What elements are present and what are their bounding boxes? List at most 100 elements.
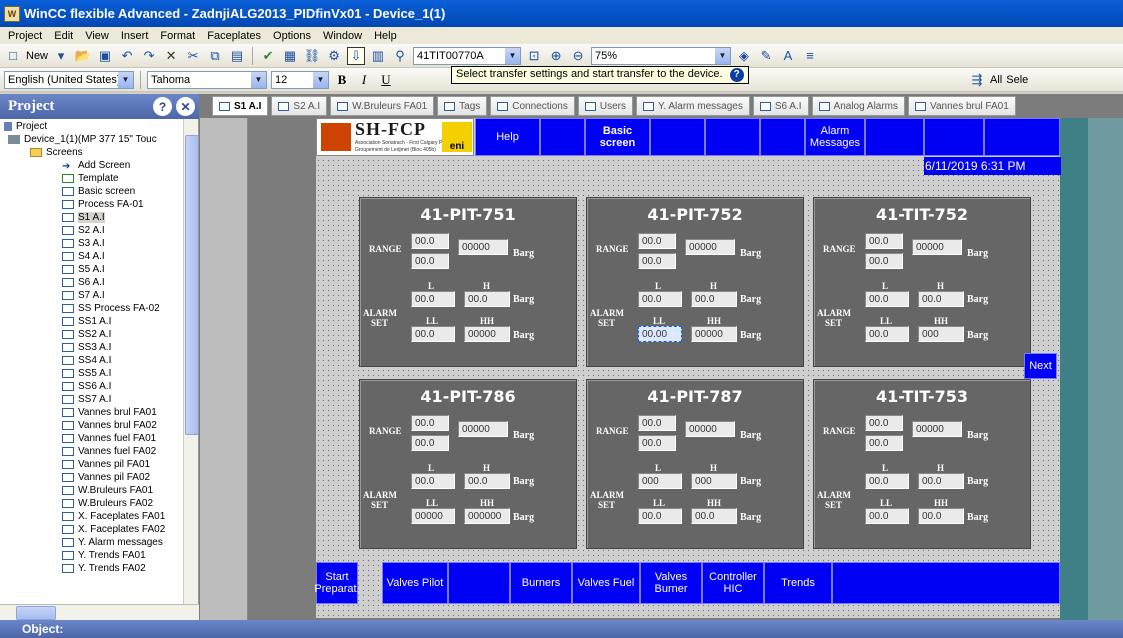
range-low-field[interactable]: 00.0 xyxy=(638,253,676,269)
check-icon[interactable]: ✔ xyxy=(259,47,277,65)
tree-item[interactable]: SS3 A.I xyxy=(62,341,111,354)
value-field[interactable]: 00000 xyxy=(685,239,735,255)
tree-item[interactable]: Y. Alarm messages xyxy=(62,536,163,549)
header-blank-button[interactable] xyxy=(760,118,805,156)
tree-item[interactable]: SS1 A.I xyxy=(62,315,111,328)
tree-item[interactable]: Vannes pil FA01 xyxy=(62,458,150,471)
range-high-field[interactable]: 00.0 xyxy=(638,233,676,249)
tree-item[interactable]: S1 A.I xyxy=(62,211,105,224)
nav-valves-burner-button[interactable]: Valves Burner xyxy=(640,562,702,604)
find-icon[interactable]: ⚲ xyxy=(391,47,409,65)
high-setpoint-field[interactable]: 00.0 xyxy=(464,291,510,307)
simulator-icon[interactable]: ⚙ xyxy=(325,47,343,65)
copy-icon[interactable]: ⧉ xyxy=(206,47,224,65)
high-high-setpoint-field[interactable]: 00000 xyxy=(464,326,510,342)
low-low-setpoint-field[interactable]: 00.00 xyxy=(638,326,682,342)
high-setpoint-field[interactable]: 00.0 xyxy=(918,291,964,307)
undo-icon[interactable]: ↶ xyxy=(118,47,136,65)
low-low-setpoint-field[interactable]: 00.0 xyxy=(865,326,909,342)
tab-connections[interactable]: Connections xyxy=(490,96,575,116)
tree-item[interactable]: S3 A.I xyxy=(62,237,105,250)
zoom-combo[interactable]: 75% ▼ xyxy=(591,46,732,65)
select-label[interactable]: Sele xyxy=(1006,74,1028,86)
high-setpoint-field[interactable]: 00.0 xyxy=(918,473,964,489)
tree-item[interactable]: S6 A.I xyxy=(62,276,105,289)
tree-item[interactable]: S2 A.I xyxy=(62,224,105,237)
tree-item[interactable]: SS6 A.I xyxy=(62,380,111,393)
tree-item[interactable]: X. Faceplates FA02 xyxy=(62,523,165,536)
high-high-setpoint-field[interactable]: 000000 xyxy=(464,508,510,524)
font-size-combo[interactable]: 12 ▼ xyxy=(271,70,329,89)
nav-controller-hic-button[interactable]: Controller HIC xyxy=(702,562,764,604)
range-low-field[interactable]: 00.0 xyxy=(865,253,903,269)
tree-item[interactable]: Device_1(1)(MP 377 15" Touc xyxy=(8,133,157,146)
menu-edit[interactable]: Edit xyxy=(54,30,73,42)
range-high-field[interactable]: 00.0 xyxy=(411,415,449,431)
nav-burners-button[interactable]: Burners xyxy=(510,562,572,604)
range-low-field[interactable]: 00.0 xyxy=(411,435,449,451)
tree-item[interactable]: S4 A.I xyxy=(62,250,105,263)
scrollbar-thumb[interactable] xyxy=(185,135,198,435)
high-high-setpoint-field[interactable]: 000 xyxy=(918,326,964,342)
bold-button[interactable]: B xyxy=(333,71,351,89)
menu-insert[interactable]: Insert xyxy=(121,30,149,42)
range-high-field[interactable]: 00.0 xyxy=(865,233,903,249)
low-low-setpoint-field[interactable]: 00.0 xyxy=(638,508,682,524)
nav-blank-button[interactable] xyxy=(448,562,510,604)
tree-item[interactable]: Vannes fuel FA01 xyxy=(62,432,156,445)
tab-users[interactable]: Users xyxy=(577,96,633,116)
nav-valves-fuel-button[interactable]: Valves Fuel xyxy=(572,562,640,604)
range-high-field[interactable]: 00.0 xyxy=(638,415,676,431)
all-layers-label[interactable]: All xyxy=(990,74,1002,86)
nav-blank-button[interactable] xyxy=(832,562,1060,604)
tree-item[interactable]: S7 A.I xyxy=(62,289,105,302)
zoom-in-icon[interactable]: ⊕ xyxy=(547,47,565,65)
next-button[interactable]: Next xyxy=(1024,353,1057,379)
underline-button[interactable]: U xyxy=(377,71,395,89)
menu-help[interactable]: Help xyxy=(374,30,397,42)
basic-screen-button[interactable]: Basic screen xyxy=(585,118,650,156)
tree-item[interactable]: SS5 A.I xyxy=(62,367,111,380)
compile-icon[interactable]: ▦ xyxy=(281,47,299,65)
menu-view[interactable]: View xyxy=(85,30,109,42)
value-field[interactable]: 00000 xyxy=(458,239,508,255)
open-folder-icon[interactable]: 📂 xyxy=(74,47,92,65)
tree-item[interactable]: S5 A.I xyxy=(62,263,105,276)
help-button[interactable]: Help xyxy=(475,118,540,156)
header-blank-button[interactable] xyxy=(865,118,924,156)
tree-item[interactable]: SS2 A.I xyxy=(62,328,111,341)
high-high-setpoint-field[interactable]: 00.0 xyxy=(918,508,964,524)
tree-horizontal-scrollbar[interactable] xyxy=(0,604,199,620)
range-high-field[interactable]: 00.0 xyxy=(865,415,903,431)
nav-trends-button[interactable]: Trends xyxy=(764,562,832,604)
tab-vannes-brul-fa01[interactable]: Vannes brul FA01 xyxy=(908,96,1016,116)
header-blank-button[interactable] xyxy=(650,118,705,156)
low-setpoint-field[interactable]: 00.0 xyxy=(865,473,909,489)
high-setpoint-field[interactable]: 000 xyxy=(691,473,737,489)
chevron-down-icon[interactable]: ▼ xyxy=(505,47,521,64)
close-icon[interactable]: ✕ xyxy=(176,97,195,116)
paste-icon[interactable]: ▤ xyxy=(228,47,246,65)
tab-s1-a-i[interactable]: S1 A.I xyxy=(212,96,269,116)
link-icon[interactable]: ⛓ xyxy=(303,47,321,65)
tree-item[interactable]: Project xyxy=(4,120,47,133)
tab-y-alarm-messages[interactable]: Y. Alarm messages xyxy=(635,96,750,116)
tree-item[interactable]: Basic screen xyxy=(62,185,135,198)
tree-item[interactable]: Template xyxy=(62,172,119,185)
font-combo[interactable]: Tahoma ▼ xyxy=(147,70,267,89)
tree-item[interactable]: Screens xyxy=(30,146,83,159)
tree-item[interactable]: SS Process FA-02 xyxy=(62,302,160,315)
chevron-down-icon[interactable]: ▼ xyxy=(715,47,731,64)
cut-icon[interactable]: ✂ xyxy=(184,47,202,65)
tab-s2-a-i[interactable]: S2 A.I xyxy=(271,96,328,116)
value-field[interactable]: 00000 xyxy=(685,421,735,437)
header-blank-button[interactable] xyxy=(705,118,760,156)
tab-analog-alarms[interactable]: Analog Alarms xyxy=(811,96,906,116)
tree-item[interactable]: Process FA-01 xyxy=(62,198,144,211)
menu-window[interactable]: Window xyxy=(323,30,362,42)
tree-scrollbar[interactable] xyxy=(183,119,198,604)
tree-item[interactable]: Y. Trends FA01 xyxy=(62,549,146,562)
value-field[interactable]: 00000 xyxy=(458,421,508,437)
menu-format[interactable]: Format xyxy=(160,30,195,42)
delete-icon[interactable]: ✕ xyxy=(162,47,180,65)
